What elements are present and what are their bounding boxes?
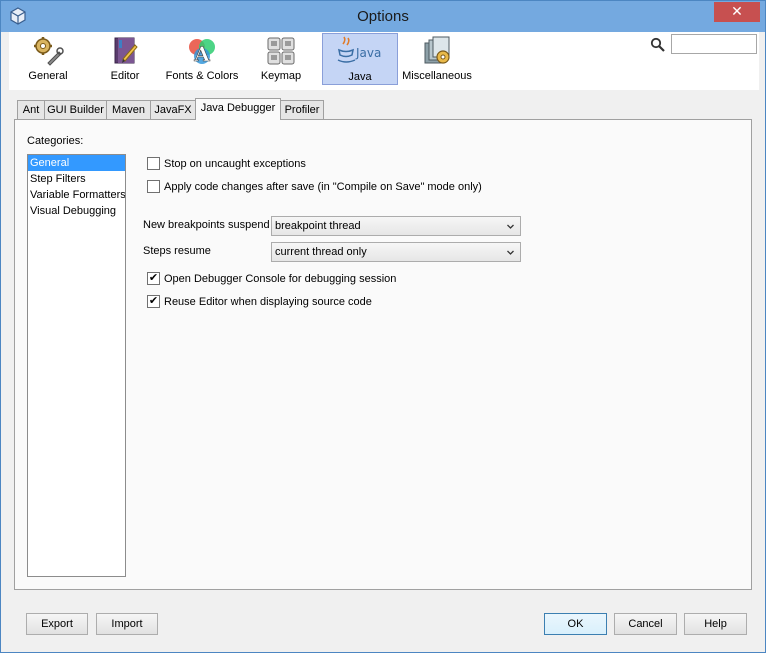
editor-icon: [114, 37, 138, 64]
tab-panel: Categories: General Step Filters Variabl…: [14, 119, 752, 590]
close-icon: ✕: [731, 3, 743, 19]
steps-resume-select[interactable]: current thread only: [271, 242, 521, 262]
list-item-visual-debugging[interactable]: Visual Debugging: [28, 203, 125, 219]
open-console-label: Open Debugger Console for debugging sess…: [164, 273, 397, 286]
export-button[interactable]: Export: [26, 613, 88, 635]
open-console-checkbox[interactable]: ✔: [147, 271, 160, 285]
list-item-variable-formatters[interactable]: Variable Formatters: [28, 187, 125, 203]
toolbar-item-keymap[interactable]: Keymap: [243, 33, 319, 85]
search-input[interactable]: [671, 34, 757, 54]
steps-resume-value: current thread only: [275, 246, 367, 258]
toolbar-item-java[interactable]: Java Java: [322, 33, 398, 85]
open-console-row[interactable]: ✔ Open Debugger Console for debugging ses…: [147, 271, 397, 288]
title-bar[interactable]: Options ✕: [1, 1, 765, 32]
java-logo-text: Java: [355, 46, 381, 60]
help-button[interactable]: Help: [684, 613, 747, 635]
reuse-editor-row[interactable]: ✔ Reuse Editor when displaying source cod…: [147, 294, 372, 311]
category-toolbar: General Editor A Fonts & Colors Keymap J…: [9, 32, 759, 90]
stop-uncaught-checkbox[interactable]: [147, 156, 160, 170]
toolbar-item-fonts-colors[interactable]: A Fonts & Colors: [164, 33, 240, 85]
breakpoints-suspend-label: New breakpoints suspend: [143, 219, 270, 231]
steps-resume-label: Steps resume: [143, 245, 211, 257]
window-title: Options: [357, 8, 409, 25]
tab-javafx[interactable]: JavaFX: [150, 100, 196, 119]
toolbar-item-miscellaneous[interactable]: Miscellaneous: [399, 33, 475, 85]
import-button[interactable]: Import: [96, 613, 158, 635]
keymap-icon: [267, 37, 295, 65]
toolbar-item-general[interactable]: General: [10, 33, 86, 85]
categories-list[interactable]: General Step Filters Variable Formatters…: [27, 154, 126, 577]
tab-maven[interactable]: Maven: [106, 100, 151, 119]
stop-uncaught-label: Stop on uncaught exceptions: [164, 158, 306, 171]
chevron-down-icon: [507, 250, 514, 255]
search-icon: [650, 37, 665, 52]
tab-ant[interactable]: Ant: [17, 100, 45, 119]
list-item-step-filters[interactable]: Step Filters: [28, 171, 125, 187]
miscellaneous-icon: [424, 36, 450, 64]
gears-icon: [34, 37, 64, 66]
toolbar-label: Miscellaneous: [402, 70, 472, 82]
cancel-button[interactable]: Cancel: [614, 613, 677, 635]
tab-gui-builder[interactable]: GUI Builder: [44, 100, 107, 119]
reuse-editor-label: Reuse Editor when displaying source code: [164, 296, 372, 309]
breakpoints-suspend-value: breakpoint thread: [275, 220, 361, 232]
list-item-general[interactable]: General: [28, 155, 125, 171]
reuse-editor-checkbox[interactable]: ✔: [147, 294, 160, 308]
breakpoints-suspend-select[interactable]: breakpoint thread: [271, 216, 521, 236]
apply-code-changes-checkbox[interactable]: [147, 179, 160, 193]
java-icon: Java: [337, 36, 381, 63]
fonts-colors-icon: A: [189, 39, 215, 66]
options-window: Options ✕ General Editor A Fonts & Color…: [0, 0, 766, 653]
toolbar-item-editor[interactable]: Editor: [87, 33, 163, 85]
apply-code-changes-row[interactable]: Apply code changes after save (in "Compi…: [147, 179, 482, 196]
close-button[interactable]: ✕: [714, 2, 760, 22]
stop-uncaught-row[interactable]: Stop on uncaught exceptions: [147, 156, 306, 173]
apply-code-changes-label: Apply code changes after save (in "Compi…: [164, 181, 482, 194]
tab-java-debugger[interactable]: Java Debugger: [195, 98, 281, 120]
tab-profiler[interactable]: Profiler: [280, 100, 324, 119]
chevron-down-icon: [507, 224, 514, 229]
categories-label: Categories:: [27, 135, 84, 147]
svg-text:A: A: [193, 42, 210, 66]
ok-button[interactable]: OK: [544, 613, 607, 635]
